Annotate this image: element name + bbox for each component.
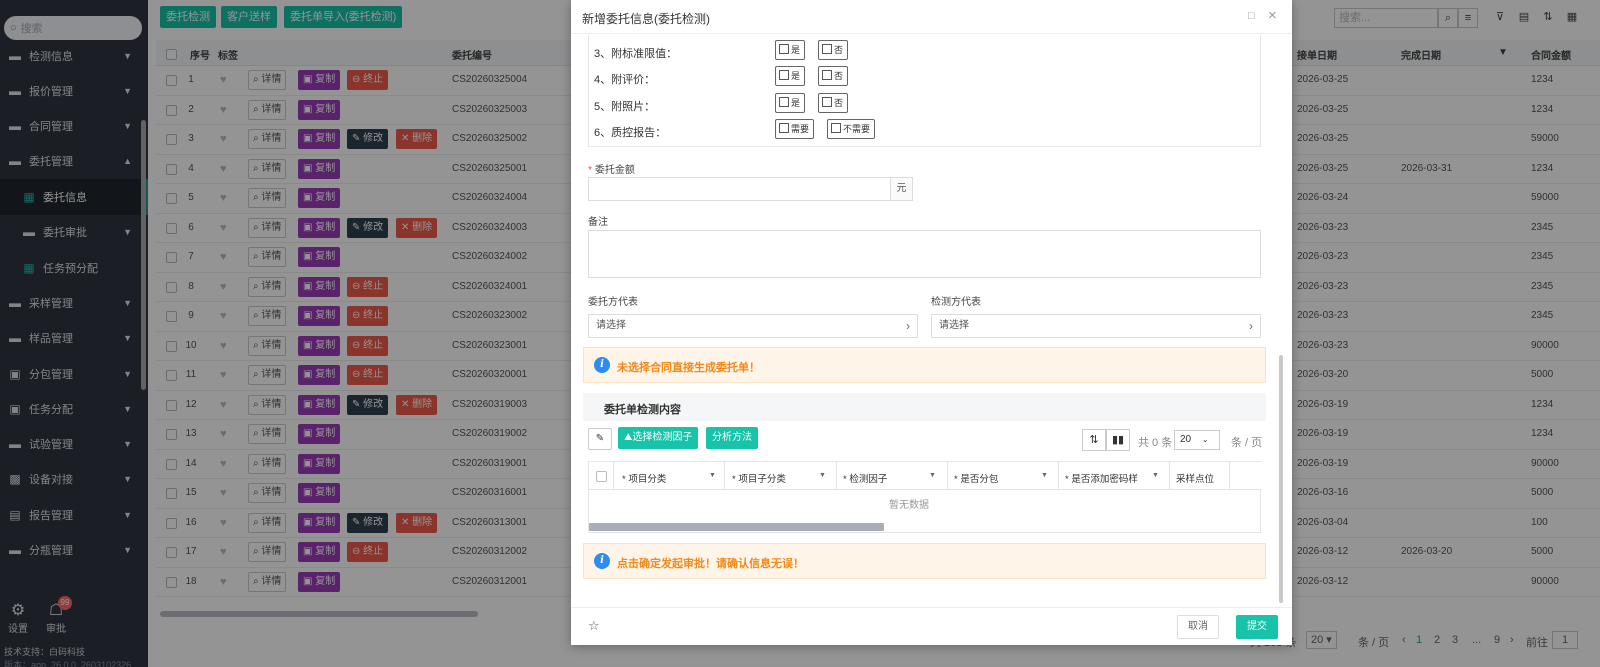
content-table-header: * 项目分类 ▼ * 项目子分类 ▼ * 检测因子 ▼ * 是否分包 ▼ * 是… [589, 462, 1262, 490]
option-no-checkbox[interactable]: 否 [818, 40, 849, 60]
report-option-row: 5、附照片： 是 否 [594, 93, 1254, 115]
content-page-size-select[interactable]: 20 ⌄ [1174, 430, 1220, 450]
section-title-text: 委托单检测内容 [604, 404, 681, 416]
chevron-down-icon[interactable]: ▼ [1152, 472, 1159, 479]
option-yes-checkbox[interactable]: 是 [775, 66, 806, 86]
option-no-checkbox[interactable]: 否 [818, 66, 849, 86]
modal-body: 3、附标准限值：是否 4、附评价：是否 5、附照片：是否 6、质控报告： 需要 不需要 *… [571, 35, 1292, 607]
test-rep-placeholder: 请选择 [939, 320, 969, 331]
amount-input[interactable] [588, 177, 891, 201]
notice-no-contract-text: 未选择合同直接生成委托单！ [617, 362, 760, 374]
amount-label-text: 委托金额 [594, 165, 635, 176]
option-text: 是 [791, 98, 801, 108]
client-rep-label: 委托方代表 [588, 297, 638, 308]
modal-footer: ☆ 取消 提交 [571, 607, 1292, 645]
option-text: 否 [834, 45, 844, 55]
content-per-page: 条 / 页 [1231, 437, 1263, 449]
checkbox-icon [779, 97, 789, 107]
client-rep-select[interactable]: 请选择 › [588, 314, 918, 338]
option-text: 否 [834, 98, 844, 108]
col-subcontract: * 是否分包 [954, 474, 999, 485]
new-entrust-modal: 新增委托信息(委托检测) □ × 3、附标准限值：是否 4、附评价：是否 5、附照片… [571, 0, 1292, 645]
amount-unit: 元 [891, 177, 913, 201]
content-table-scrollbar[interactable] [589, 523, 884, 531]
chevron-down-icon[interactable]: ▼ [709, 472, 716, 479]
option-text: 需要 [791, 124, 810, 134]
checkbox-icon [779, 70, 789, 80]
col-sampling-point: 采样点位 [1176, 474, 1215, 485]
content-page-size-value: 20 [1180, 434, 1192, 445]
chevron-right-icon: › [906, 319, 910, 333]
info-icon: i [594, 357, 610, 373]
edit-icon[interactable]: ✎ [588, 428, 612, 450]
option-no-checkbox[interactable]: 不需要 [827, 119, 876, 139]
option-no-checkbox[interactable]: 否 [818, 93, 849, 113]
option-yes-checkbox[interactable]: 是 [775, 93, 806, 113]
checkbox-icon [779, 123, 789, 133]
report-option-row: 4、附评价： 是 否 [594, 66, 1254, 88]
report-option-label: 3、附标准限值： [594, 48, 678, 60]
notice-no-contract: i 未选择合同直接生成委托单！ [583, 347, 1266, 383]
col-project-subcategory: * 项目子分类 [732, 474, 786, 485]
select-factor-label: 选择检测因子 [632, 432, 693, 443]
chevron-right-icon: › [1249, 319, 1253, 333]
col-test-factor: * 检测因子 [843, 474, 888, 485]
report-option-row: 3、附标准限值： 是 否 [594, 40, 1254, 62]
bar-chart-icon[interactable]: ▮▮ [1106, 429, 1130, 451]
checkbox-icon [831, 123, 841, 133]
report-option-label: 6、质控报告： [594, 127, 667, 139]
section-title: 委托单检测内容 [583, 393, 1266, 421]
option-text: 是 [791, 45, 801, 55]
cancel-button[interactable]: 取消 [1177, 615, 1219, 639]
chevron-down-icon[interactable]: ▼ [1041, 472, 1048, 479]
sort-icon[interactable]: ⇅ [1082, 429, 1106, 451]
checkbox-icon [822, 97, 832, 107]
report-option-label: 4、附评价： [594, 74, 656, 86]
empty-text: 暂无数据 [889, 500, 929, 511]
col-project-category: * 项目分类 [622, 474, 667, 485]
checkbox-icon [822, 70, 832, 80]
option-text: 不需要 [843, 124, 871, 134]
option-yes-checkbox[interactable]: 需要 [775, 119, 815, 139]
content-select-all-checkbox[interactable] [596, 471, 607, 482]
report-options-box: 3、附标准限值：是否 4、附评价：是否 5、附照片：是否 6、质控报告： 需要 不需要 [588, 35, 1261, 147]
maximize-icon[interactable]: □ [1248, 10, 1255, 22]
modal-scrollbar[interactable] [1279, 355, 1283, 603]
submit-button[interactable]: 提交 [1236, 615, 1278, 639]
chevron-down-icon[interactable]: ▼ [819, 472, 826, 479]
amount-label: * 委托金额 [588, 165, 635, 176]
option-text: 是 [791, 71, 801, 81]
chevron-down-icon: ⌄ [1201, 435, 1209, 444]
close-icon[interactable]: × [1268, 7, 1277, 24]
remark-textarea[interactable] [588, 230, 1261, 278]
info-icon: i [594, 553, 610, 569]
option-yes-checkbox[interactable]: 是 [775, 40, 806, 60]
chevron-down-icon[interactable]: ▼ [929, 472, 936, 479]
modal-title: 新增委托信息(委托检测) [582, 12, 710, 26]
client-rep-placeholder: 请选择 [596, 320, 626, 331]
remark-label: 备注 [588, 217, 608, 228]
report-option-label: 5、附照片： [594, 101, 656, 113]
notice-confirm-text: 点击确定发起审批！请确认信息无误！ [617, 558, 804, 570]
notice-confirm: i 点击确定发起审批！请确认信息无误！ [583, 543, 1266, 579]
checkbox-icon [822, 44, 832, 54]
test-rep-label: 检测方代表 [931, 297, 981, 308]
test-rep-select[interactable]: 请选择 › [931, 314, 1261, 338]
checkbox-icon [779, 44, 789, 54]
modal-header: 新增委托信息(委托检测) □ × [571, 0, 1292, 34]
option-text: 否 [834, 71, 844, 81]
col-add-code-sample: * 是否添加密码样 [1065, 474, 1138, 485]
select-factor-button[interactable]: ⛰选择检测因子 [618, 427, 699, 449]
content-total: 共 0 条 [1138, 437, 1173, 449]
star-icon[interactable]: ☆ [588, 618, 600, 634]
analysis-method-button[interactable]: 分析方法 [706, 427, 758, 449]
content-table: * 项目分类 ▼ * 项目子分类 ▼ * 检测因子 ▼ * 是否分包 ▼ * 是… [588, 461, 1262, 533]
report-option-row: 6、质控报告： 需要 不需要 [594, 119, 1254, 141]
